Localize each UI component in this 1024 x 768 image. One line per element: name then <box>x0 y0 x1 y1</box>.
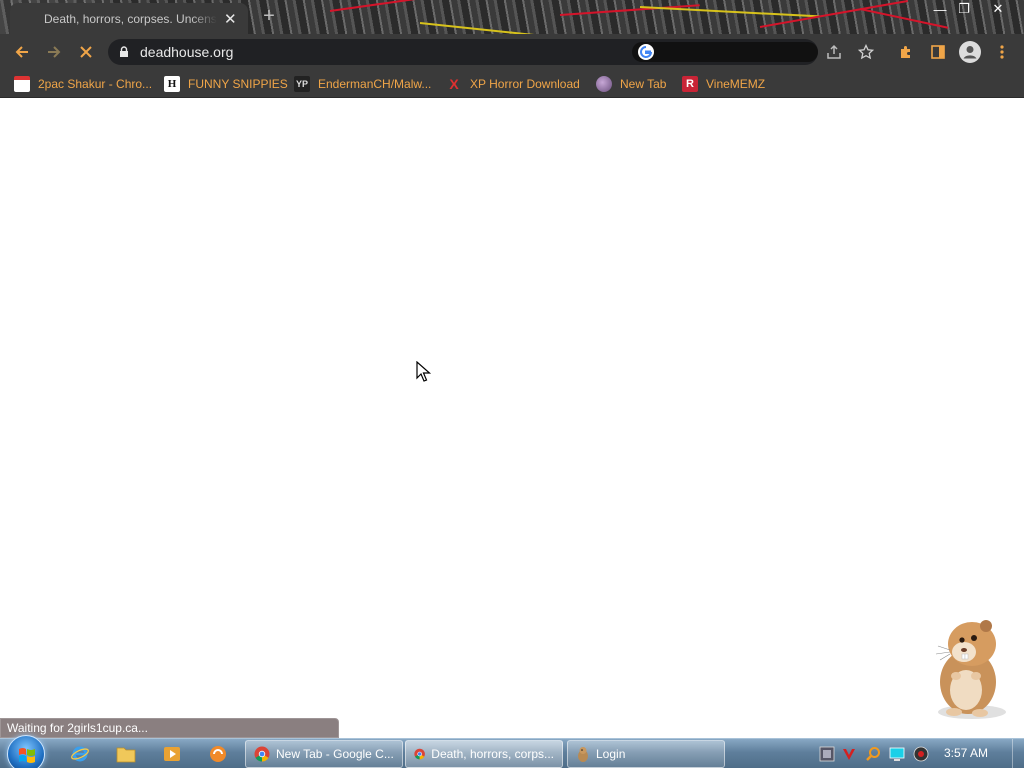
address-bar[interactable]: deadhouse.org <box>108 39 818 65</box>
arrow-left-icon <box>15 46 28 58</box>
tray-network-icon[interactable] <box>818 745 836 763</box>
arrow-right-icon <box>48 46 61 58</box>
start-button[interactable] <box>7 735 45 768</box>
taskbar-app-pin[interactable] <box>198 742 238 766</box>
taskbar-task-deadhouse[interactable]: Death, horrors, corps... <box>405 740 563 768</box>
back-button[interactable] <box>10 40 34 64</box>
menu-button[interactable] <box>990 40 1014 64</box>
tab-active[interactable]: Death, horrors, corpses. Uncensored ✕ <box>10 3 248 34</box>
page-content <box>0 102 1024 738</box>
side-panel-icon <box>931 45 945 59</box>
lock-icon <box>120 46 128 57</box>
bookmark-new-tab[interactable]: New Tab <box>596 74 666 94</box>
avatar-icon <box>959 41 981 63</box>
window-titlebar: Death, horrors, corpses. Uncensored ✕ + … <box>0 0 1024 34</box>
forward-button[interactable] <box>42 40 66 64</box>
taskbar: New Tab - Google C... Death, horrors, co… <box>0 735 1024 768</box>
tray-search-icon[interactable] <box>864 745 882 763</box>
bookmark-xp-horror[interactable]: X XP Horror Download <box>446 74 580 94</box>
yp-logo-icon: YP <box>294 76 310 92</box>
stop-loading-button[interactable] <box>74 40 98 64</box>
bookmarks-bar: 2pac Shakur - Chro... H FUNNY SNIPPIES Y… <box>0 70 1024 98</box>
hamster-mascot-icon <box>935 620 1006 719</box>
restore-button[interactable]: ❐ <box>950 0 978 18</box>
stop-x-icon <box>80 46 92 58</box>
gopher-icon <box>578 747 588 762</box>
taskbar-media-player-pin[interactable] <box>152 742 192 766</box>
tray-app-icon[interactable] <box>912 745 930 763</box>
globe-icon <box>596 76 612 92</box>
taskbar-ie-pin[interactable] <box>60 742 100 766</box>
share-icon <box>827 44 841 59</box>
mouse-cursor-icon <box>416 361 432 382</box>
taskbar-task-new-tab[interactable]: New Tab - Google C... <box>245 740 403 768</box>
tab-close-icon[interactable]: ✕ <box>223 10 239 28</box>
internet-explorer-icon <box>71 746 89 762</box>
status-bubble: Waiting for 2girls1cup.ca... <box>0 718 339 738</box>
tray-v-icon[interactable] <box>840 745 858 763</box>
folder-icon <box>116 747 136 763</box>
new-tab-button[interactable]: + <box>258 5 280 27</box>
share-button[interactable] <box>822 40 846 64</box>
tab-title: Death, horrors, corpses. Uncensored <box>44 11 217 26</box>
chrome-icon <box>254 746 270 762</box>
side-panel-button[interactable] <box>926 40 950 64</box>
browser-toolbar: deadhouse.org <box>0 34 1024 70</box>
media-player-icon <box>164 747 180 761</box>
star-icon <box>858 44 874 60</box>
chrome-icon <box>414 748 425 760</box>
taskbar-explorer-pin[interactable] <box>106 742 146 766</box>
calendar-icon <box>14 76 30 92</box>
show-desktop-button[interactable] <box>1012 739 1024 768</box>
url-text: deadhouse.org <box>140 44 234 60</box>
profile-button[interactable] <box>958 40 982 64</box>
bookmark-endermanch[interactable]: YP EndermanCH/Malw... <box>294 74 431 94</box>
google-icon <box>638 44 654 60</box>
r-logo-icon: R <box>682 76 698 92</box>
taskbar-task-login[interactable]: Login <box>567 740 725 768</box>
bookmark-star-button[interactable] <box>854 40 878 64</box>
bookmark-2pac[interactable]: 2pac Shakur - Chro... <box>14 74 152 94</box>
windows-logo-icon <box>19 748 35 763</box>
puzzle-icon <box>901 46 910 58</box>
x-logo-icon: X <box>449 76 459 92</box>
google-lens-chip[interactable] <box>632 42 818 62</box>
bookmark-vinememz[interactable]: R VineMEMZ <box>682 74 765 94</box>
app-swirl-icon <box>210 746 226 762</box>
taskbar-clock[interactable]: 3:57 AM <box>944 746 988 760</box>
kebab-menu-icon <box>1000 45 1004 59</box>
extensions-button[interactable] <box>894 40 918 64</box>
close-window-button[interactable]: ✕ <box>984 0 1012 18</box>
tray-display-icon[interactable] <box>888 745 906 763</box>
bookmark-funny-snippies[interactable]: H FUNNY SNIPPIES <box>164 74 288 94</box>
h-logo-icon: H <box>164 76 180 92</box>
